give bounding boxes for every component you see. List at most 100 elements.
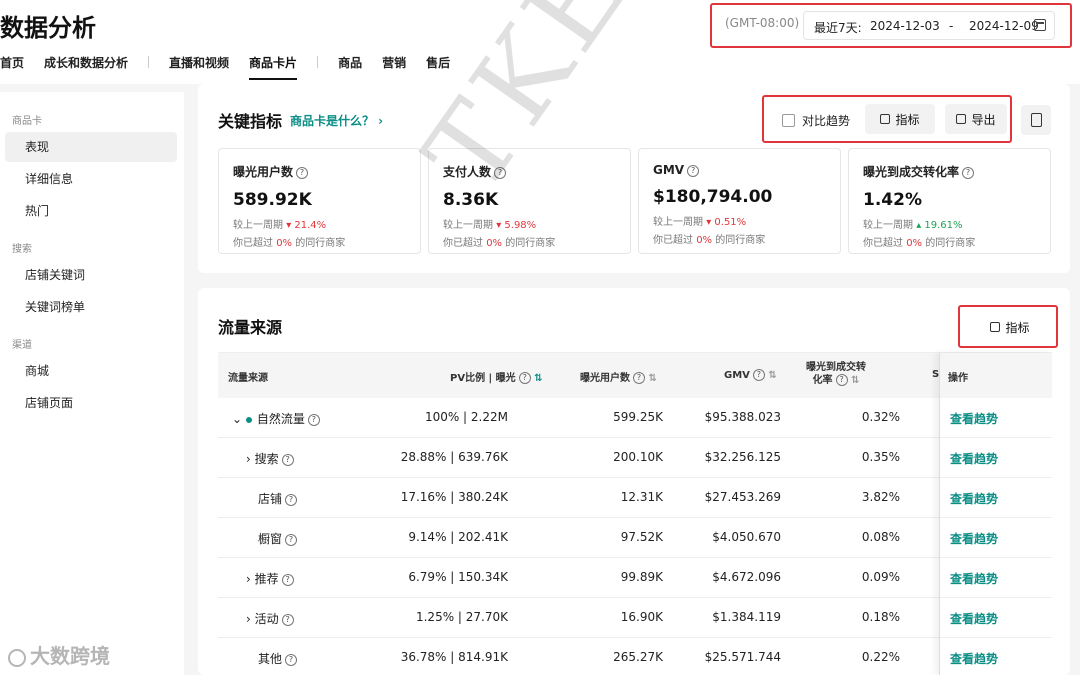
sidebar-group-search: 搜索 — [12, 244, 32, 255]
row-name-label: 活动 — [254, 612, 279, 626]
help-icon[interactable]: ? — [687, 164, 700, 177]
page-title: 数据分析 — [0, 14, 96, 42]
sidebar-item-keyword-ranking[interactable]: 关键词榜单 — [5, 292, 177, 322]
sidebar-item-hot[interactable]: 热门 — [5, 196, 177, 226]
col-users[interactable]: 曝光用户数? ⇅ — [580, 369, 657, 384]
traffic-source-table: 流量来源 PV比例 | 曝光? ⇅ 曝光用户数? ⇅ GMV? ⇅ 曝光到成交转… — [218, 352, 1052, 675]
help-icon[interactable]: ? — [281, 613, 294, 626]
beat-prefix: 你已超过 — [653, 235, 693, 246]
date-range-picker[interactable]: 最近7天: 2024-12-03 - 2024-12-09 — [803, 11, 1055, 40]
sort-icon[interactable]: ⇅ — [851, 375, 859, 386]
help-icon[interactable]: ? — [307, 413, 320, 426]
col-gmv-label: GMV — [724, 370, 750, 381]
row-name[interactable]: › 活动? — [246, 610, 294, 627]
calendar-icon[interactable] — [1034, 19, 1046, 31]
cell-pv: 100% | 2.22M — [424, 410, 508, 424]
table-row: 其他? 36.78% | 814.91K 265.27K $25.571.744… — [218, 638, 1052, 675]
chevron-right-icon[interactable]: › — [246, 612, 251, 626]
sidebar-item-performance[interactable]: 表现 — [5, 132, 177, 162]
cell-gmv: $25.571.744 — [704, 650, 781, 664]
nav-live-video[interactable]: 直播和视频 — [169, 54, 229, 71]
help-icon[interactable]: ? — [518, 372, 531, 384]
sidebar-item-shop-page[interactable]: 店铺页面 — [5, 388, 177, 418]
beat-suffix: 的同行商家 — [715, 235, 766, 246]
sort-icon[interactable]: ⇅ — [768, 370, 776, 381]
col-pv[interactable]: PV比例 | 曝光? ⇅ — [450, 369, 543, 384]
metric-label: 曝光到成交转化率 — [863, 165, 960, 179]
table-header: 流量来源 PV比例 | 曝光? ⇅ 曝光用户数? ⇅ GMV? ⇅ 曝光到成交转… — [218, 353, 1052, 398]
chevron-right-icon[interactable]: › — [246, 452, 251, 466]
compare-trend-checkbox[interactable] — [782, 114, 795, 127]
cell-users: 12.31K — [620, 490, 663, 504]
cell-cvr: 0.35% — [861, 450, 900, 464]
what-is-product-card-link[interactable]: 商品卡是什么？ › — [290, 112, 383, 129]
help-icon[interactable]: ? — [285, 653, 298, 666]
metric-card-impression-users[interactable]: 曝光用户数? 589.92K 较上一周期 ▾ 21.4% 你已超过 0% 的同行… — [218, 148, 421, 254]
export-button[interactable]: 导出 — [945, 104, 1007, 134]
compare-trend-label[interactable]: 对比趋势 — [802, 112, 850, 129]
cell-users: 99.89K — [620, 570, 663, 584]
col-users-label: 曝光用户数 — [580, 373, 630, 384]
metric-card-conversion-rate[interactable]: 曝光到成交转化率? 1.42% 较上一周期 ▴ 19.61% 你已超过 0% 的… — [848, 148, 1051, 254]
sort-icon[interactable]: ⇅ — [648, 373, 656, 384]
metric-change: 0.51% — [714, 217, 747, 228]
col-gmv[interactable]: GMV? ⇅ — [724, 369, 777, 381]
cell-gmv: $4.672.096 — [712, 570, 781, 584]
metric-label: 支付人数 — [443, 165, 492, 179]
help-icon[interactable]: ? — [494, 166, 507, 179]
cell-users: 16.90K — [620, 610, 663, 624]
help-icon[interactable]: ? — [835, 374, 848, 386]
table-row: 橱窗? 9.14% | 202.41K 97.52K $4.050.670 0.… — [218, 518, 1052, 558]
col-cvr[interactable]: 曝光到成交转 化率? ⇅ — [806, 362, 866, 387]
cell-pv: 28.88% | 639.76K — [400, 450, 508, 464]
beat-pct: 0% — [696, 235, 713, 246]
sidebar-item-mall[interactable]: 商城 — [5, 356, 177, 386]
help-icon[interactable]: ? — [285, 533, 298, 546]
cell-pv: 9.14% | 202.41K — [408, 530, 508, 544]
col-pv-label: PV比例 | 曝光 — [450, 373, 516, 384]
metric-label: GMV — [653, 163, 685, 177]
compare-text: 较上一周期 — [233, 220, 283, 231]
row-name-label: 自然流量 — [256, 412, 305, 426]
row-name[interactable]: › 搜索? — [246, 450, 294, 467]
metric-card-gmv[interactable]: GMV? $180,794.00 较上一周期 ▾ 0.51% 你已超过 0% 的… — [638, 148, 841, 254]
sort-icon[interactable]: ⇅ — [534, 373, 542, 384]
top-header: 数据分析 首页 成长和数据分析 直播和视频 商品卡片 商品 营销 售后 (GMT… — [0, 0, 1080, 84]
down-arrow-icon: ▾ — [496, 220, 502, 231]
beat-suffix: 的同行商家 — [295, 238, 346, 249]
metrics-button[interactable]: 指标 — [865, 104, 935, 134]
sidebar: 商品卡 表现 详细信息 热门 搜索 店铺关键词 关键词榜单 渠道 商城 店铺页面 — [0, 92, 184, 675]
help-icon[interactable]: ? — [281, 573, 294, 586]
chevron-down-icon[interactable]: ⌄ — [232, 412, 242, 426]
nav-product-card[interactable]: 商品卡片 — [249, 54, 298, 80]
compare-text: 较上一周期 — [653, 217, 703, 228]
table-row: › 活动? 1.25% | 27.70K 16.90K $1.384.119 0… — [218, 598, 1052, 638]
edit-icon — [990, 322, 1001, 332]
row-name-label: 其他 — [258, 652, 283, 666]
metric-value: $180,794.00 — [653, 187, 773, 207]
nav-products[interactable]: 商品 — [338, 54, 362, 71]
cell-cvr: 0.32% — [861, 410, 900, 424]
cell-users: 265.27K — [613, 650, 663, 664]
document-icon[interactable] — [1021, 105, 1051, 135]
sidebar-item-details[interactable]: 详细信息 — [5, 164, 177, 194]
help-icon[interactable]: ? — [281, 453, 294, 466]
help-icon[interactable]: ? — [633, 372, 645, 384]
sidebar-item-shop-keywords[interactable]: 店铺关键词 — [5, 260, 177, 290]
help-icon[interactable]: ? — [296, 166, 309, 179]
nav-after-sales[interactable]: 售后 — [426, 54, 450, 71]
date-separator: - — [949, 19, 954, 33]
help-icon[interactable]: ? — [285, 493, 298, 506]
chevron-right-icon[interactable]: › — [246, 572, 251, 586]
nav-home[interactable]: 首页 — [0, 54, 24, 71]
help-icon[interactable]: ? — [962, 166, 975, 179]
row-name[interactable]: ⌄ 自然流量? — [232, 410, 320, 427]
cell-gmv: $95.388.023 — [704, 410, 781, 424]
row-name[interactable]: › 推荐? — [246, 570, 294, 587]
nav-marketing[interactable]: 营销 — [382, 54, 406, 71]
traffic-metrics-button[interactable]: 指标 — [980, 312, 1040, 342]
nav-growth[interactable]: 成长和数据分析 — [44, 54, 128, 71]
table-row: ⌄ 自然流量? 100% | 2.22M 599.25K $95.388.023… — [218, 398, 1052, 438]
help-icon[interactable]: ? — [752, 369, 765, 381]
metric-card-paying-users[interactable]: 支付人数? 8.36K 较上一周期 ▾ 5.98% 你已超过 0% 的同行商家 — [428, 148, 631, 254]
